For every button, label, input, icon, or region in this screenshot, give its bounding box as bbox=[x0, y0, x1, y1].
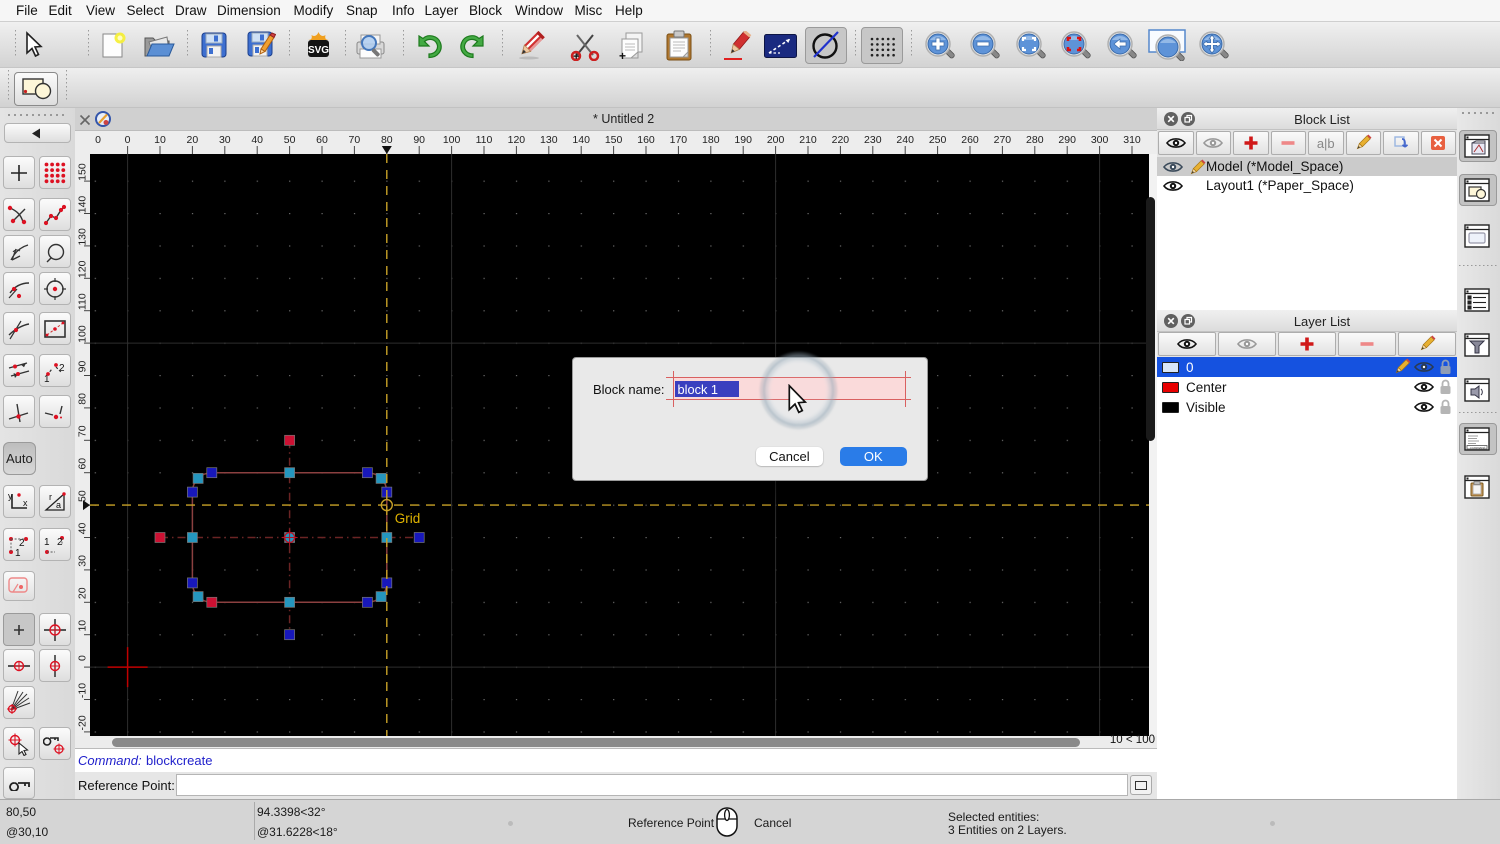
svg-text:SVG: SVG bbox=[308, 45, 329, 56]
svg-text:240: 240 bbox=[896, 134, 914, 146]
svg-text:60: 60 bbox=[316, 134, 328, 146]
svg-text:a: a bbox=[56, 500, 61, 510]
svg-text:90: 90 bbox=[413, 134, 425, 146]
svg-text:2: 2 bbox=[19, 538, 25, 549]
svg-text:280: 280 bbox=[1026, 134, 1044, 146]
svg-text:0: 0 bbox=[95, 134, 101, 146]
svg-text:1: 1 bbox=[44, 537, 50, 548]
svg-text:+: + bbox=[619, 49, 626, 61]
svg-text:40: 40 bbox=[77, 523, 89, 535]
svg-text:10: 10 bbox=[154, 134, 166, 146]
svg-text:260: 260 bbox=[961, 134, 979, 146]
svg-text:100: 100 bbox=[77, 325, 89, 343]
svg-text:150: 150 bbox=[605, 134, 623, 146]
svg-text:130: 130 bbox=[540, 134, 558, 146]
svg-text:140: 140 bbox=[77, 196, 89, 214]
svg-text:70: 70 bbox=[349, 134, 361, 146]
svg-text:90: 90 bbox=[77, 361, 89, 373]
svg-text:150: 150 bbox=[77, 163, 89, 181]
svg-text:-10: -10 bbox=[77, 683, 89, 698]
svg-text:120: 120 bbox=[77, 260, 89, 278]
svg-text:290: 290 bbox=[1058, 134, 1076, 146]
svg-text:110: 110 bbox=[77, 293, 89, 310]
svg-text:310: 310 bbox=[1123, 134, 1141, 146]
svg-text:160: 160 bbox=[637, 134, 655, 146]
svg-text:190: 190 bbox=[734, 134, 752, 146]
svg-text:-20: -20 bbox=[77, 715, 89, 730]
svg-text:y: y bbox=[8, 491, 13, 501]
svg-text:180: 180 bbox=[702, 134, 720, 146]
svg-text:r: r bbox=[49, 492, 52, 502]
svg-text:20: 20 bbox=[77, 587, 89, 599]
svg-text:x: x bbox=[23, 498, 28, 508]
svg-text:2: 2 bbox=[59, 363, 65, 374]
svg-text:30: 30 bbox=[77, 555, 89, 567]
svg-text:+: + bbox=[573, 51, 579, 61]
svg-text:1: 1 bbox=[15, 548, 21, 557]
svg-text:60: 60 bbox=[77, 458, 89, 470]
svg-text:220: 220 bbox=[832, 134, 850, 146]
svg-text:120: 120 bbox=[508, 134, 526, 146]
svg-text:80: 80 bbox=[381, 134, 393, 146]
svg-text:0: 0 bbox=[125, 134, 131, 146]
svg-text:170: 170 bbox=[670, 134, 688, 146]
svg-text:20: 20 bbox=[187, 134, 199, 146]
svg-text:300: 300 bbox=[1091, 134, 1109, 146]
svg-text:Grid: Grid bbox=[395, 511, 421, 526]
svg-text:230: 230 bbox=[864, 134, 882, 146]
svg-text:0: 0 bbox=[77, 655, 89, 661]
svg-text:command: command bbox=[1470, 446, 1485, 450]
svg-text:10: 10 bbox=[77, 620, 89, 632]
svg-text:200: 200 bbox=[767, 134, 785, 146]
svg-text:210: 210 bbox=[799, 134, 817, 146]
svg-text:70: 70 bbox=[77, 425, 89, 437]
svg-text:100: 100 bbox=[443, 134, 461, 146]
svg-text:50: 50 bbox=[284, 134, 296, 146]
svg-text:270: 270 bbox=[994, 134, 1012, 146]
svg-text:140: 140 bbox=[572, 134, 590, 146]
svg-text:250: 250 bbox=[929, 134, 947, 146]
svg-text:30: 30 bbox=[219, 134, 231, 146]
svg-text:50: 50 bbox=[77, 490, 89, 502]
svg-text:110: 110 bbox=[476, 134, 493, 146]
svg-text:130: 130 bbox=[77, 228, 89, 246]
svg-text:80: 80 bbox=[77, 393, 89, 405]
svg-text:40: 40 bbox=[251, 134, 263, 146]
